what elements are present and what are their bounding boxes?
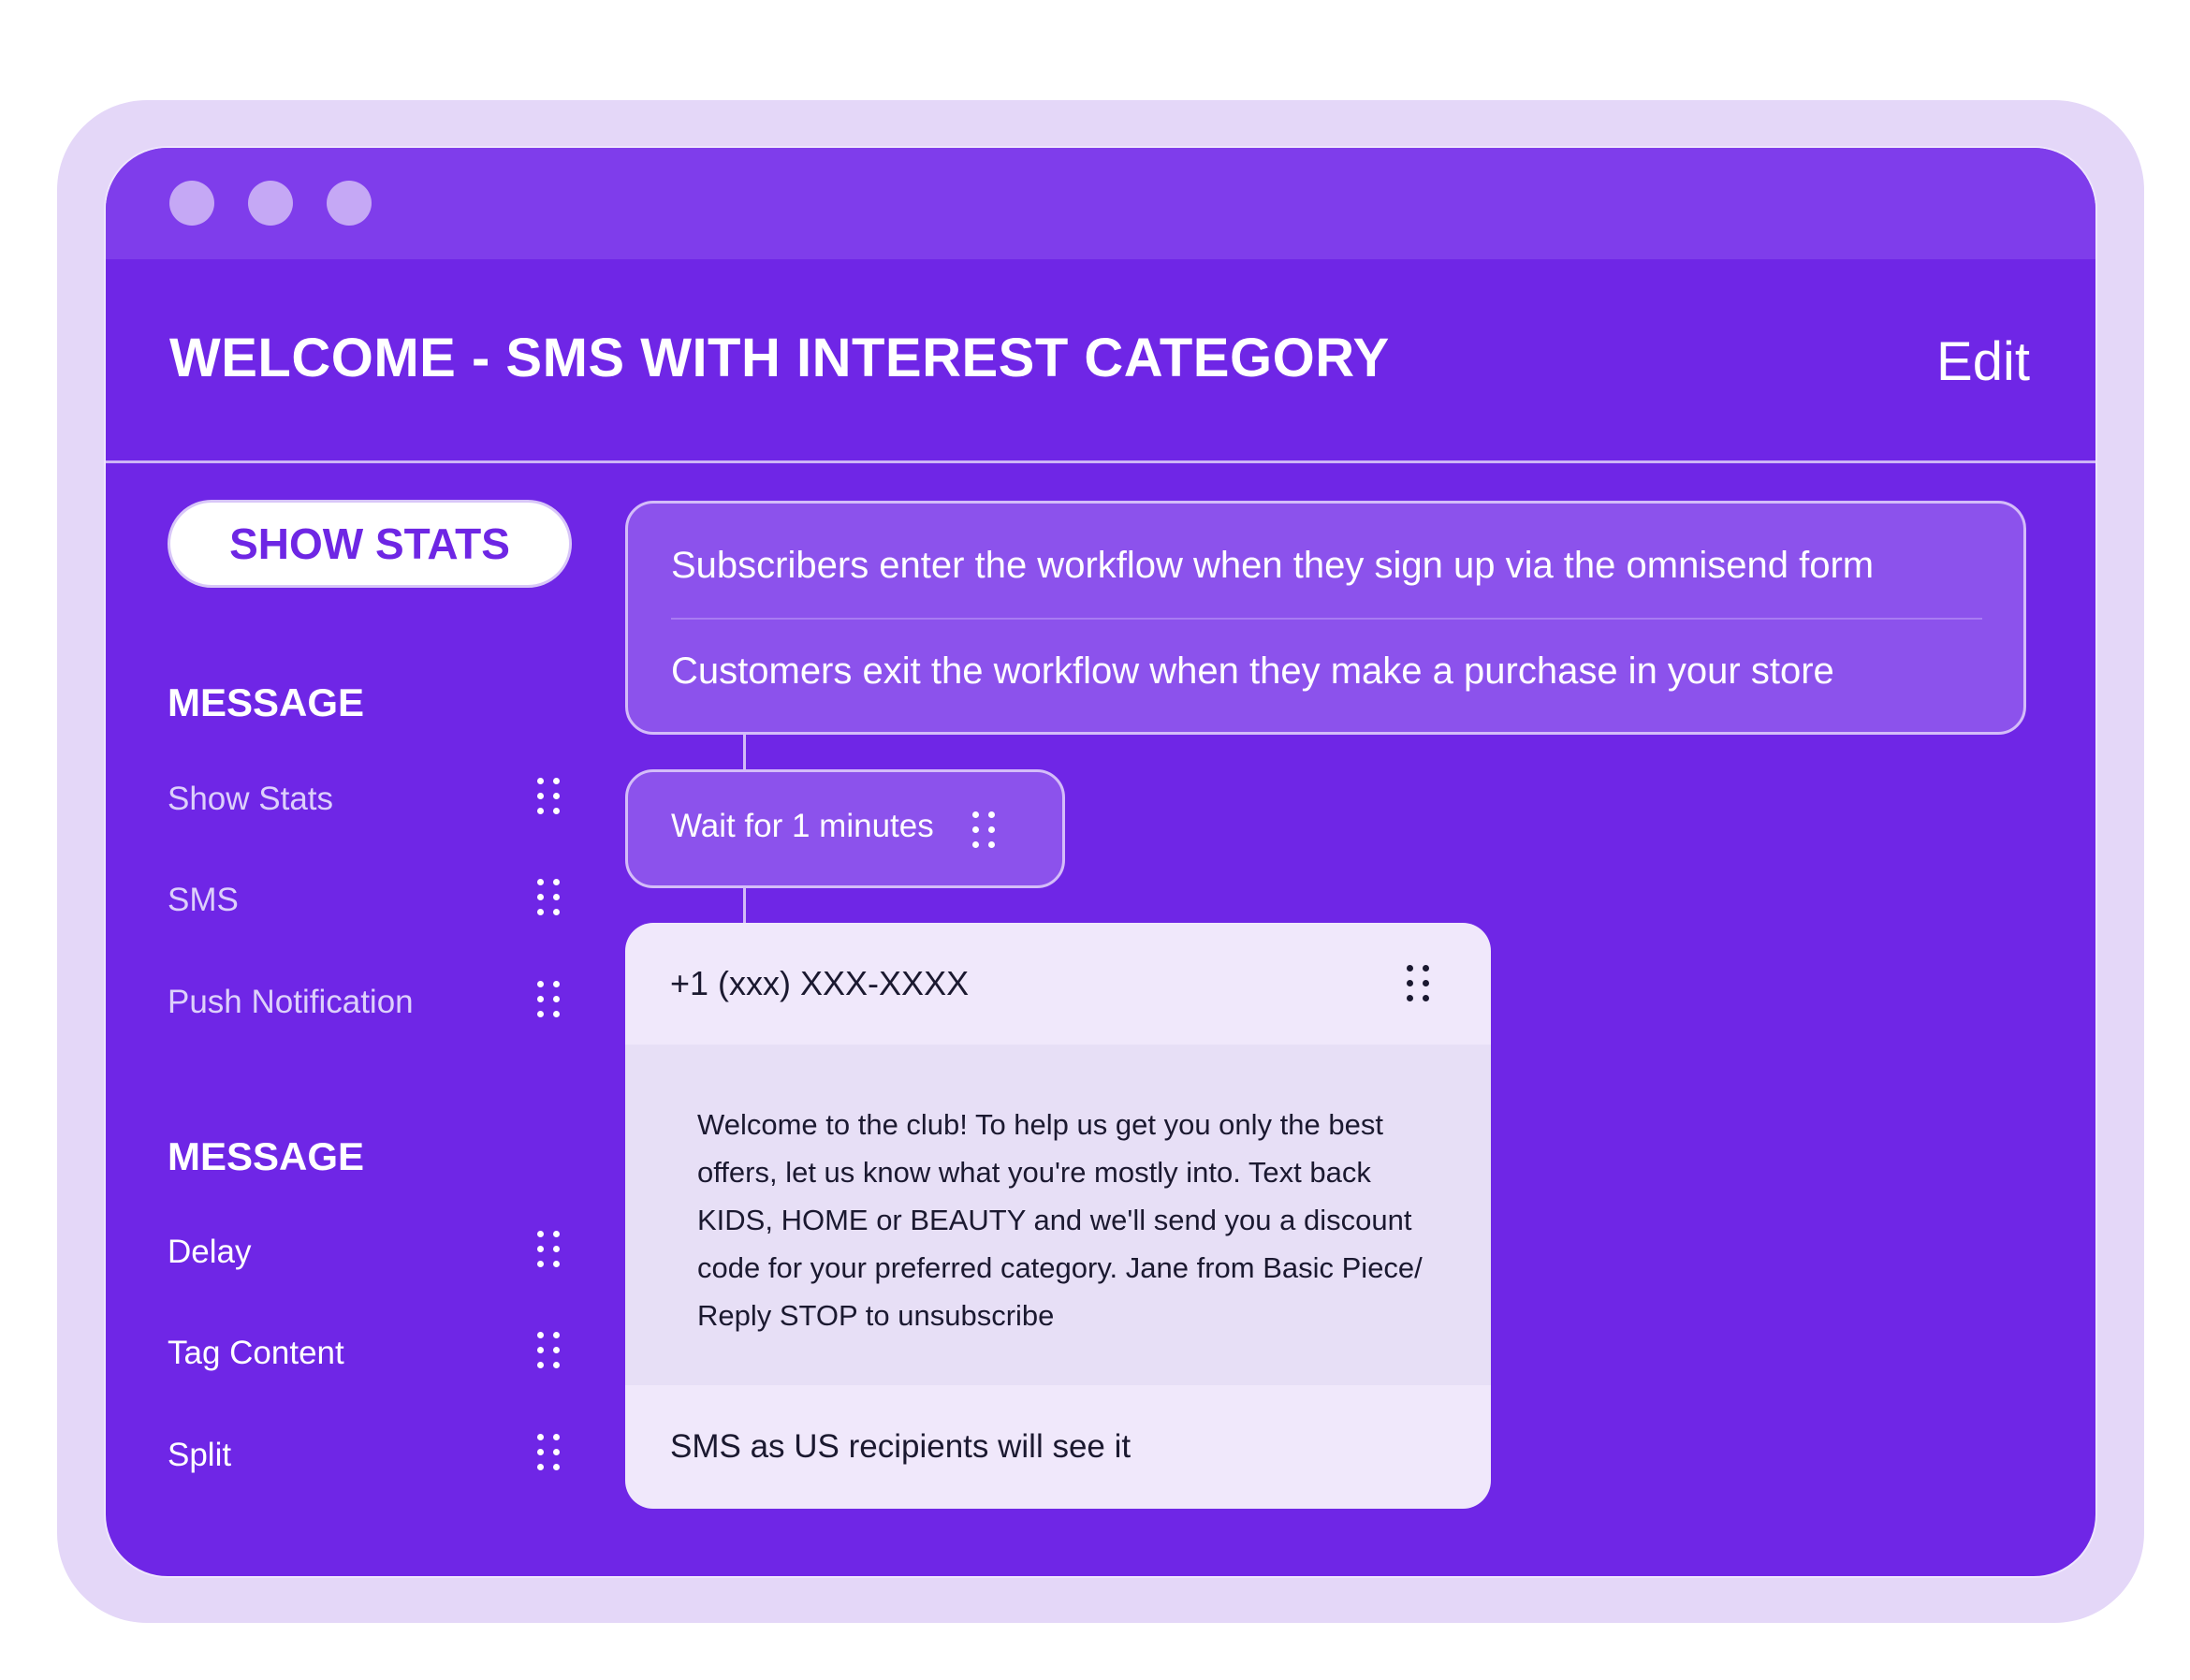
flow-connector xyxy=(743,888,746,923)
wait-node[interactable]: Wait for 1 minutes xyxy=(625,769,1065,888)
sidebar-item-label: Split xyxy=(168,1437,232,1473)
section-title: MESSAGE xyxy=(168,680,365,724)
show-stats-button[interactable]: SHOW STATS xyxy=(168,500,572,588)
drag-handle-icon[interactable] xyxy=(537,879,562,916)
workflow-area: SHOW STATS MESSAGE Show Stats SMS Push N… xyxy=(104,146,2097,1578)
sidebar-item-show-stats[interactable]: Show Stats xyxy=(168,773,579,829)
drag-handle-icon[interactable] xyxy=(537,1332,562,1369)
sms-message-card[interactable]: +1 (xxx) XXX-XXXX Welcome to the club! T… xyxy=(625,923,1491,1509)
sms-phone-number: +1 (xxx) XXX-XXXX xyxy=(670,964,970,1002)
sidebar-item-label: Push Notification xyxy=(168,984,414,1020)
section-title: MESSAGE xyxy=(168,1134,365,1178)
trigger-exit-text: Customers exit the workflow when they ma… xyxy=(671,650,1834,692)
sidebar-item-sms[interactable]: SMS xyxy=(168,874,579,930)
sidebar-item-delay[interactable]: Delay xyxy=(168,1226,579,1282)
drag-handle-icon[interactable] xyxy=(537,1231,562,1268)
trigger-enter-text: Subscribers enter the workflow when they… xyxy=(671,545,1875,586)
sidebar-item-tag-content[interactable]: Tag Content xyxy=(168,1327,579,1383)
sidebar-item-label: Tag Content xyxy=(168,1335,344,1371)
drag-handle-icon[interactable] xyxy=(972,811,997,849)
drag-handle-icon[interactable] xyxy=(1407,965,1431,1002)
drag-handle-icon[interactable] xyxy=(537,981,562,1018)
sms-body: Welcome to the club! To help us get you … xyxy=(625,1045,1491,1385)
workflow-trigger-card[interactable]: Subscribers enter the workflow when they… xyxy=(625,501,2026,735)
divider xyxy=(671,618,1982,620)
sidebar-item-split[interactable]: Split xyxy=(168,1429,579,1485)
sms-message-text: Welcome to the club! To help us get you … xyxy=(697,1108,1423,1332)
drag-handle-icon[interactable] xyxy=(537,1434,562,1471)
drag-handle-icon[interactable] xyxy=(537,778,562,815)
sidebar-item-label: Show Stats xyxy=(168,781,334,817)
wait-label: Wait for 1 minutes xyxy=(671,808,934,844)
flow-connector xyxy=(743,735,746,769)
sidebar-item-label: Delay xyxy=(168,1234,252,1270)
sidebar-item-push-notification[interactable]: Push Notification xyxy=(168,976,579,1032)
sms-footer-note: SMS as US recipients will see it xyxy=(670,1428,1132,1465)
sidebar-item-label: SMS xyxy=(168,882,239,918)
